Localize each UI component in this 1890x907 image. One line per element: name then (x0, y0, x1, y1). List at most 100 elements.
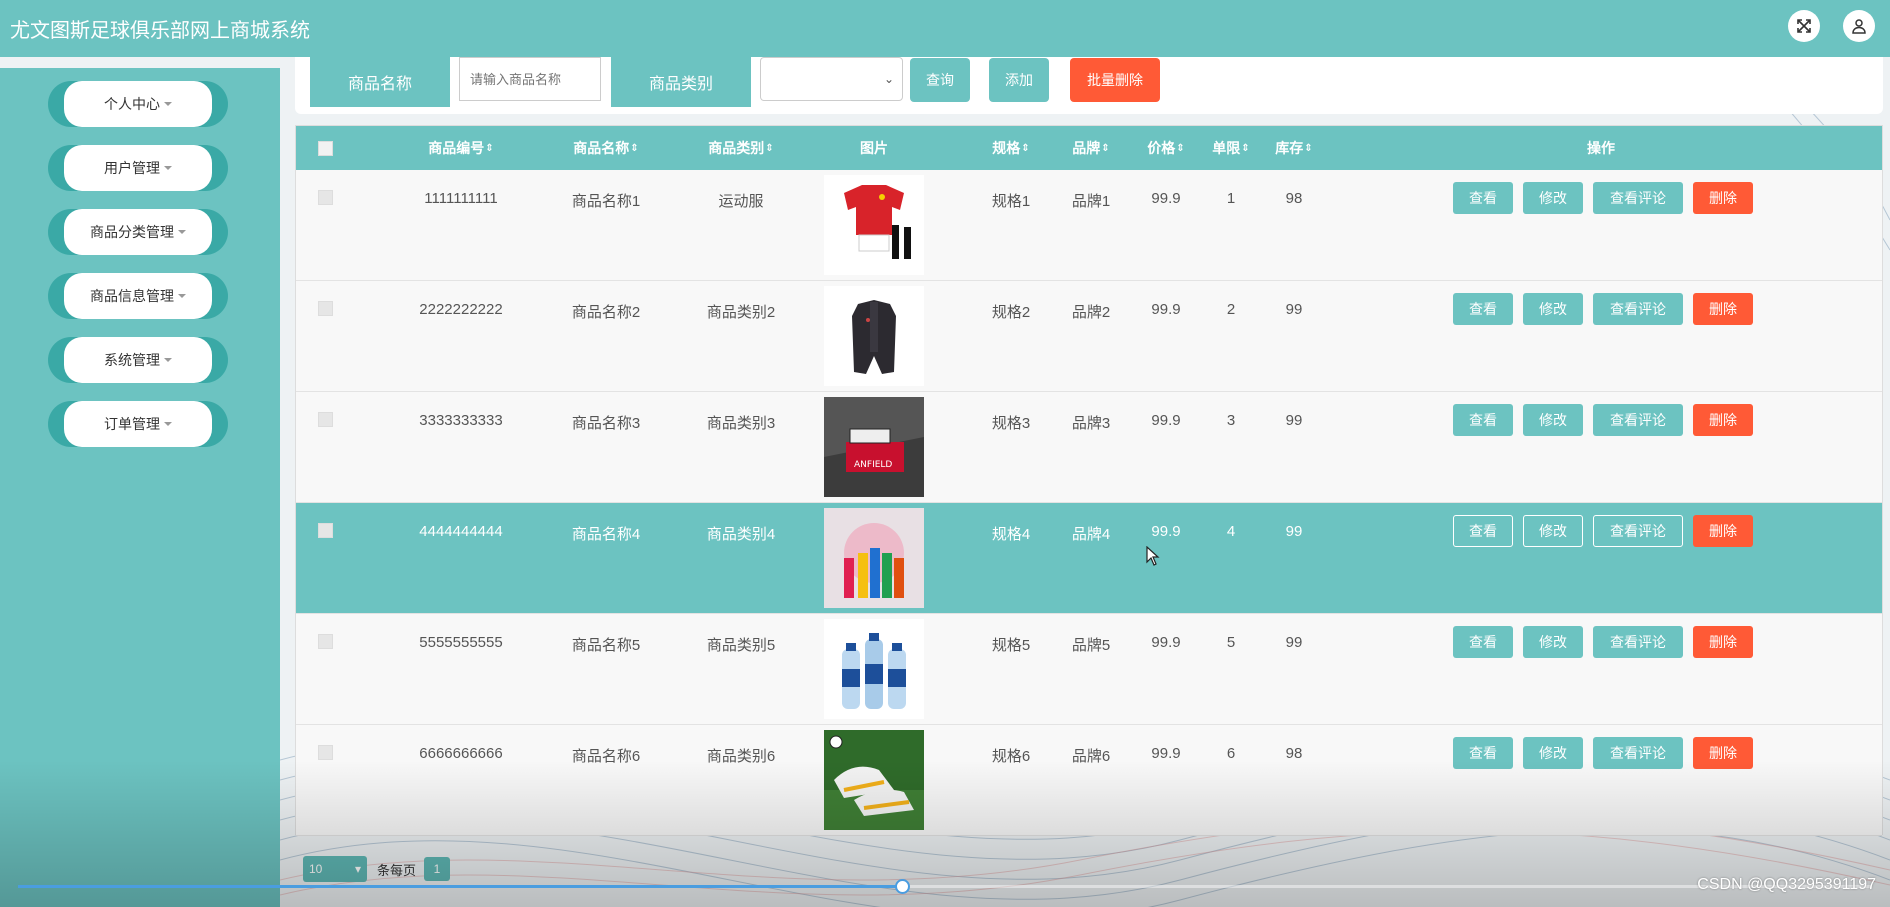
pagination: 10 ▾ 条每页 1 (303, 856, 451, 882)
delete-button[interactable]: 删除 (1693, 404, 1753, 436)
dark-coat-image[interactable] (824, 286, 924, 386)
column-header-price[interactable]: 价格 ⇕ (1131, 126, 1201, 170)
batch-delete-button[interactable]: 批量删除 (1070, 58, 1160, 102)
sidebar-item-label: 个人中心 (104, 96, 160, 112)
delete-button[interactable]: 删除 (1693, 182, 1753, 214)
table-row[interactable]: 3333333333 商品名称3 商品类别3 ANFIELD 规格3 品牌3 9… (296, 392, 1882, 503)
table-row[interactable]: 5555555555 商品名称5 商品类别5 规格5 品牌5 99.9 5 99… (296, 614, 1882, 725)
cell-limit: 5 (1226, 634, 1236, 651)
view-button[interactable]: 查看 (1453, 404, 1513, 436)
table-row[interactable]: 2222222222 商品名称2 商品类别2 规格2 品牌2 99.9 2 99… (296, 281, 1882, 392)
column-header-code[interactable]: 商品编号 ⇕ (401, 126, 521, 170)
column-header-name[interactable]: 商品名称 ⇕ (546, 126, 666, 170)
view-button[interactable]: 查看 (1453, 737, 1513, 769)
name-search-input[interactable] (459, 57, 601, 101)
cell-spec: 规格6 (991, 748, 1031, 765)
row-checkbox[interactable] (318, 745, 333, 760)
delete-button[interactable]: 删除 (1693, 737, 1753, 769)
cell-code: 6666666666 (419, 745, 503, 762)
view-comments-button[interactable]: 查看评论 (1593, 515, 1683, 547)
view-comments-button[interactable]: 查看评论 (1593, 737, 1683, 769)
chevron-down-icon (164, 358, 172, 362)
column-header-label: 商品类别 (708, 140, 765, 156)
delete-button[interactable]: 删除 (1693, 293, 1753, 325)
water-bottles-image[interactable] (824, 619, 924, 719)
row-checkbox[interactable] (318, 190, 333, 205)
sidebar-item-user-management[interactable]: 用户管理 (48, 145, 228, 191)
chevron-down-icon: ▾ (354, 862, 361, 876)
view-comments-button[interactable]: 查看评论 (1593, 626, 1683, 658)
view-comments-button[interactable]: 查看评论 (1593, 182, 1683, 214)
view-button[interactable]: 查看 (1453, 515, 1513, 547)
sidebar-item-category-management[interactable]: 商品分类管理 (48, 209, 228, 255)
column-header-stock[interactable]: 库存 ⇕ (1259, 126, 1329, 170)
column-header-label: 单限 (1212, 140, 1241, 156)
query-button[interactable]: 查询 (910, 58, 970, 102)
user-icon[interactable] (1843, 10, 1875, 42)
sidebar-item-label: 用户管理 (104, 160, 160, 176)
cell-price: 99.9 (1151, 745, 1181, 762)
column-header-spec[interactable]: 规格 ⇕ (976, 126, 1046, 170)
sidebar-item-label: 商品信息管理 (90, 288, 174, 304)
column-header-limit[interactable]: 单限 ⇕ (1196, 126, 1266, 170)
sidebar-item-order-management[interactable]: 订单管理 (48, 401, 228, 447)
sidebar-item-product-management[interactable]: 商品信息管理 (48, 273, 228, 319)
chevron-down-icon (178, 230, 186, 234)
category-select[interactable]: ⌄ (760, 57, 903, 101)
table-row[interactable]: 4444444444 商品名称4 商品类别4 规格4 品牌4 99.9 4 99… (296, 503, 1882, 614)
drink-bottles-image[interactable] (824, 508, 924, 608)
cell-stock: 98 (1285, 190, 1303, 207)
column-header-label: 品牌 (1072, 140, 1101, 156)
column-header-label: 商品编号 (428, 140, 485, 156)
cell-stock: 99 (1285, 634, 1303, 651)
svg-text:ANFIELD: ANFIELD (854, 460, 892, 470)
view-comments-button[interactable]: 查看评论 (1593, 293, 1683, 325)
sort-icon: ⇕ (765, 142, 774, 154)
football-boots-image[interactable] (824, 730, 924, 830)
select-all-checkbox[interactable] (318, 141, 333, 156)
cell-stock: 98 (1285, 745, 1303, 762)
view-comments-button[interactable]: 查看评论 (1593, 404, 1683, 436)
table-row[interactable]: 6666666666 商品名称6 商品类别6 规格6 品牌6 99.9 6 98… (296, 725, 1882, 836)
cell-spec: 规格3 (991, 415, 1031, 432)
row-checkbox[interactable] (318, 634, 333, 649)
chevron-down-icon (164, 102, 172, 106)
view-button[interactable]: 查看 (1453, 182, 1513, 214)
view-button[interactable]: 查看 (1453, 293, 1513, 325)
edit-button[interactable]: 修改 (1523, 293, 1583, 325)
sidebar-item-system-management[interactable]: 系统管理 (48, 337, 228, 383)
sidebar-item-personal-center[interactable]: 个人中心 (48, 81, 228, 127)
delete-button[interactable]: 删除 (1693, 515, 1753, 547)
sidebar-item-label: 系统管理 (104, 352, 160, 368)
sidebar-item-inner: 商品信息管理 (64, 273, 212, 319)
row-checkbox[interactable] (318, 301, 333, 316)
edit-button[interactable]: 修改 (1523, 404, 1583, 436)
search-panel: 商品名称 商品类别 ⌄ 查询 添加 批量删除 (295, 57, 1883, 114)
anfield-box-image[interactable]: ANFIELD (824, 397, 924, 497)
column-header-category[interactable]: 商品类别 ⇕ (676, 126, 806, 170)
row-checkbox[interactable] (318, 412, 333, 427)
cell-brand: 品牌3 (1071, 415, 1111, 432)
edit-button[interactable]: 修改 (1523, 515, 1583, 547)
sidebar-item-inner: 用户管理 (64, 145, 212, 191)
edit-button[interactable]: 修改 (1523, 182, 1583, 214)
column-header-brand[interactable]: 品牌 ⇕ (1056, 126, 1126, 170)
cell-name: 商品名称5 (571, 637, 641, 654)
page-size-select[interactable]: 10 ▾ (303, 856, 367, 882)
table-row[interactable]: 1111111111 商品名称1 运动服 规格1 品牌1 99.9 1 98 查… (296, 170, 1882, 281)
cell-name: 商品名称3 (571, 415, 641, 432)
edit-button[interactable]: 修改 (1523, 626, 1583, 658)
row-checkbox[interactable] (318, 523, 333, 538)
cell-stock: 99 (1285, 412, 1303, 429)
sort-icon: ⇕ (1176, 142, 1185, 154)
add-button[interactable]: 添加 (989, 58, 1049, 102)
edit-button[interactable]: 修改 (1523, 737, 1583, 769)
view-button[interactable]: 查看 (1453, 626, 1513, 658)
page-button-current[interactable]: 1 (424, 857, 451, 881)
delete-button[interactable]: 删除 (1693, 626, 1753, 658)
red-kit-image[interactable] (824, 175, 924, 275)
video-progress-bar[interactable] (18, 879, 1872, 894)
cell-category: 商品类别5 (706, 637, 776, 654)
expand-icon[interactable] (1788, 10, 1820, 42)
page-size-value: 10 (309, 862, 323, 876)
